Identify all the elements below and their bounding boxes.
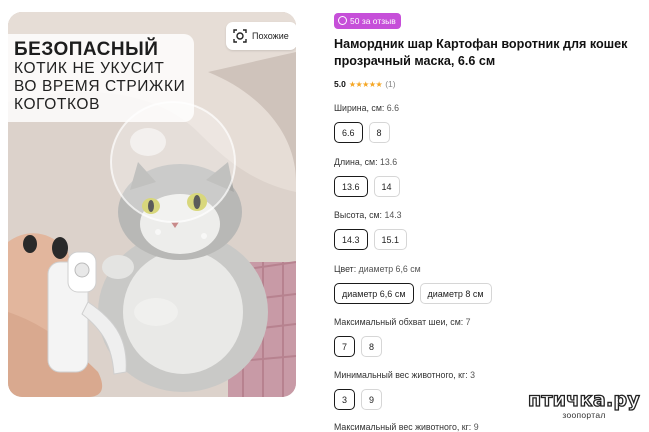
option-chip[interactable]: 8 bbox=[361, 336, 383, 357]
rating-stars-icon: ★★★★★ bbox=[348, 79, 383, 89]
attr-color: Цвет: диаметр 6,6 см диаметр 6,6 см диам… bbox=[334, 264, 492, 304]
promo-line-2: КОТИК НЕ УКУСИТ bbox=[14, 60, 165, 77]
product-photo[interactable]: БЕЗОПАСНЫЙ КОТИК НЕ УКУСИТ ВО ВРЕМЯ СТРИ… bbox=[8, 12, 296, 397]
bonus-coin-icon bbox=[338, 16, 347, 25]
attr-label: Ширина, см: 6.6 bbox=[334, 103, 399, 113]
option-chip[interactable]: 7 bbox=[334, 336, 356, 357]
site-watermark: птичка.ру зоопортал bbox=[522, 389, 646, 420]
option-chip[interactable]: 9 bbox=[361, 389, 383, 410]
watermark-subtitle: зоопортал bbox=[562, 410, 606, 420]
option-chip[interactable]: 6.6 bbox=[334, 122, 363, 143]
attr-label: Длина, см: 13.6 bbox=[334, 157, 398, 167]
option-chip[interactable]: 3 bbox=[334, 389, 356, 410]
option-chip[interactable]: 8 bbox=[368, 122, 390, 143]
rating-count: (1) bbox=[385, 79, 396, 89]
rating-value: 5.0 bbox=[334, 79, 346, 89]
option-chip[interactable]: 13.6 bbox=[334, 176, 368, 197]
similar-label: Похожие bbox=[252, 31, 289, 41]
attr-label: Высота, см: 14.3 bbox=[334, 210, 402, 220]
attr-min-weight: Минимальный вес животного, кг: 3 3 9 bbox=[334, 370, 475, 410]
promo-line-1: БЕЗОПАСНЫЙ bbox=[14, 39, 159, 60]
option-chip[interactable]: 14.3 bbox=[334, 229, 368, 250]
reviews-bonus-badge[interactable]: 50 за отзыв bbox=[334, 12, 401, 29]
product-info: 50 за отзыв Намордник шар Картофан ворот… bbox=[334, 12, 649, 89]
product-title: Намордник шар Картофан воротник для коше… bbox=[334, 37, 628, 68]
promo-caption: БЕЗОПАСНЫЙ КОТИК НЕ УКУСИТ ВО ВРЕМЯ СТРИ… bbox=[8, 34, 194, 122]
similar-button[interactable]: Похожие bbox=[226, 22, 296, 50]
attr-label: Максимальный обхват шеи, см: 7 bbox=[334, 317, 471, 327]
attr-label: Цвет: диаметр 6,6 см bbox=[334, 264, 421, 274]
attr-width: Ширина, см: 6.6 6.6 8 bbox=[334, 103, 399, 143]
option-chip[interactable]: диаметр 6,6 см bbox=[334, 283, 414, 304]
reviews-badge-label: 50 за отзыв bbox=[350, 15, 396, 26]
attr-max-neck: Максимальный обхват шеи, см: 7 7 8 bbox=[334, 317, 471, 357]
attr-height: Высота, см: 14.3 14.3 15.1 bbox=[334, 210, 408, 250]
promo-line-3: ВО ВРЕМЯ СТРИЖКИ bbox=[14, 78, 186, 95]
visual-search-icon bbox=[232, 28, 248, 44]
promo-line-4: КОГОТКОВ bbox=[14, 96, 101, 113]
watermark-title: птичка.ру bbox=[527, 389, 641, 411]
attr-label: Максимальный вес животного, кг: 9 bbox=[334, 422, 479, 432]
option-chip[interactable]: диаметр 8 см bbox=[419, 283, 492, 304]
option-chip[interactable]: 14 bbox=[373, 176, 400, 197]
option-chip[interactable]: 15.1 bbox=[373, 229, 408, 250]
product-rating[interactable]: 5.0 ★★★★★ (1) bbox=[334, 79, 649, 89]
attr-length: Длина, см: 13.6 13.6 14 bbox=[334, 157, 400, 197]
attr-max-weight: Максимальный вес животного, кг: 9 bbox=[334, 422, 479, 432]
attr-label: Минимальный вес животного, кг: 3 bbox=[334, 370, 476, 380]
